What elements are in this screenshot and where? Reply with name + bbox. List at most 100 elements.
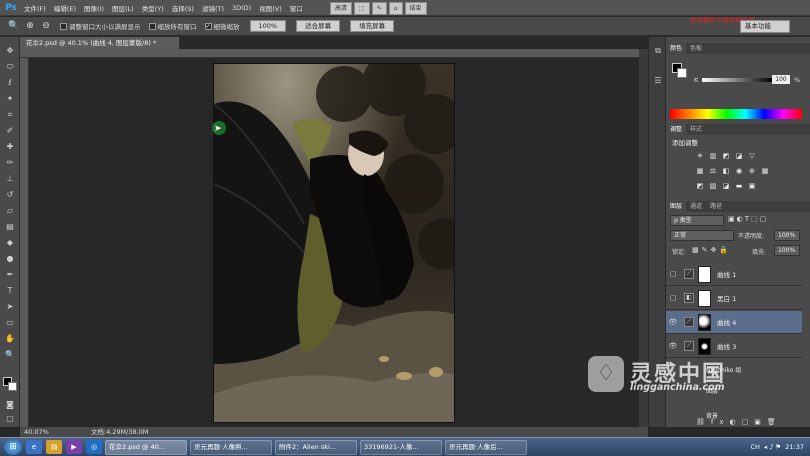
posterize-icon[interactable]: ▨ <box>709 182 717 190</box>
shape-tool-icon[interactable]: ▭ <box>4 317 16 329</box>
zoom-all-windows-checkbox[interactable]: 缩放所有窗口 <box>148 21 197 31</box>
hand-tool-icon[interactable]: ✋ <box>4 333 16 345</box>
layer-filter-select[interactable]: ρ 类型 <box>670 215 724 226</box>
layer-row[interactable]: 👁 ⟋ 曲线 3 <box>666 335 802 358</box>
hd-button[interactable]: 高清 <box>330 1 353 15</box>
end-button[interactable]: 结束 <box>404 1 427 15</box>
levels-icon[interactable]: ▥ <box>709 152 717 160</box>
task-window-5[interactable]: 灵元再题·人像后... <box>445 439 527 455</box>
marquee-tool-icon[interactable]: ⬭ <box>4 61 16 73</box>
menu-edit[interactable]: 编辑(E) <box>50 3 80 13</box>
tab-styles[interactable]: 样式 <box>686 124 706 135</box>
eye-icon[interactable]: 👁 <box>666 342 680 350</box>
home-icon[interactable]: ⌂ <box>388 1 403 15</box>
hue-icon[interactable]: ▦ <box>696 167 704 175</box>
menu-type[interactable]: 类型(Y) <box>138 3 168 13</box>
menu-window[interactable]: 窗口 <box>286 3 307 13</box>
menu-select[interactable]: 选择(S) <box>168 3 198 13</box>
layer-row[interactable]: ▢ ⟋ 曲线 1 <box>666 263 802 286</box>
tab-swatches[interactable]: 色板 <box>686 43 706 54</box>
lasso-tool-icon[interactable]: ℓ <box>4 77 16 89</box>
color-panel-background[interactable] <box>677 68 687 78</box>
tab-paths[interactable]: 路径 <box>706 201 726 212</box>
tab-color[interactable]: 颜色 <box>666 43 687 54</box>
quick-select-tool-icon[interactable]: ✦ <box>4 93 16 105</box>
quick-mask-icon[interactable]: ◙ <box>4 399 16 411</box>
threshold-icon[interactable]: ◪ <box>722 182 730 190</box>
workspace-select[interactable]: 基本功能 <box>740 20 790 33</box>
history-icon[interactable]: ⧉ <box>652 45 664 57</box>
blur-tool-icon[interactable]: ◆ <box>4 237 16 249</box>
fit-screen-button[interactable]: 适合屏幕 <box>296 20 341 32</box>
visibility-toggle[interactable]: ▢ <box>666 294 680 302</box>
frame-icon[interactable]: ⬚ <box>354 1 370 15</box>
tray-icons[interactable]: ◂ ♪ ⚑ <box>764 443 781 451</box>
k-slider[interactable] <box>702 78 772 82</box>
tab-layers[interactable]: 图层 <box>666 201 687 212</box>
properties-icon[interactable]: ☰ <box>652 75 664 87</box>
eyedropper-tool-icon[interactable]: ✐ <box>4 125 16 137</box>
screen-mode-icon[interactable]: ▢ <box>4 413 16 425</box>
zoom-level[interactable]: 40.07% <box>24 428 49 436</box>
background-color-swatch[interactable] <box>8 382 17 391</box>
document-image[interactable] <box>214 64 454 422</box>
curves-icon[interactable]: ◩ <box>722 152 730 160</box>
history-brush-tool-icon[interactable]: ↺ <box>4 189 16 201</box>
zoom-tool-icon[interactable]: 🔍 <box>4 349 16 361</box>
eye-icon[interactable]: 👁 <box>666 318 680 326</box>
layer-mask-thumbnail[interactable] <box>698 313 711 331</box>
lookup-icon[interactable]: ▦ <box>761 167 769 175</box>
browser-icon[interactable]: ◎ <box>86 440 102 454</box>
gradient-tool-icon[interactable]: ▤ <box>4 221 16 233</box>
exposure-icon[interactable]: ◪ <box>735 152 743 160</box>
zoom-out-icon[interactable]: ⊖ <box>40 20 52 32</box>
layer-mask-thumbnail[interactable] <box>698 289 711 307</box>
pen-tool-icon[interactable]: ✒ <box>4 269 16 281</box>
actual-pixels-button[interactable]: 100% <box>249 20 287 32</box>
vibrance-icon[interactable]: ▽ <box>748 152 756 160</box>
start-button-icon[interactable]: ⊞ <box>4 439 22 455</box>
layer-mask-thumbnail[interactable] <box>698 265 711 283</box>
brightness-icon[interactable]: ☀ <box>696 152 704 160</box>
tab-channels[interactable]: 通道 <box>686 201 706 212</box>
menu-file[interactable]: 文件(F) <box>20 3 50 13</box>
layer-row[interactable]: ▢ ◧ 黑白 1 <box>666 287 802 310</box>
task-photoshop[interactable]: 花伞2.psd @ 40... <box>105 439 187 455</box>
scrubby-zoom-checkbox[interactable]: ✓ 细微缩放 <box>204 21 240 31</box>
clock[interactable]: 21:37 <box>785 443 804 451</box>
menu-image[interactable]: 图像(I) <box>80 3 108 13</box>
task-window-3[interactable]: 附件2：Alien ski... <box>275 439 357 455</box>
photo-filter-icon[interactable]: ◉ <box>735 167 743 175</box>
resize-windows-checkbox[interactable]: 调整窗口大小以满屏显示 <box>60 21 141 31</box>
healing-tool-icon[interactable]: ✚ <box>4 141 16 153</box>
menu-view[interactable]: 视图(V) <box>255 3 286 13</box>
menu-3d[interactable]: 3D(D) <box>228 4 255 12</box>
tab-adjustments[interactable]: 调整 <box>666 124 687 135</box>
lock-icons[interactable]: ▩✎✥🔒 <box>692 246 731 254</box>
color-value-field[interactable]: 100 <box>772 75 790 84</box>
eraser-tool-icon[interactable]: ▱ <box>4 205 16 217</box>
layer-filter-icons[interactable]: ▣◐T⬚▢ <box>728 215 768 223</box>
invert-icon[interactable]: ◩ <box>696 182 704 190</box>
selective-color-icon[interactable]: ▣ <box>748 182 756 190</box>
visibility-toggle[interactable]: ▢ <box>666 270 680 278</box>
layer-actions[interactable]: ⛓fx◐▢▣🗑 <box>696 418 806 427</box>
pen-icon[interactable]: ✎ <box>371 1 387 15</box>
explorer-icon[interactable]: ▤ <box>46 440 62 454</box>
ie-icon[interactable]: e <box>26 440 42 454</box>
bw-icon[interactable]: ◧ <box>722 167 730 175</box>
blend-mode-select[interactable]: 正常 <box>670 230 734 241</box>
mixer-icon[interactable]: ⊛ <box>748 167 756 175</box>
input-language[interactable]: CH <box>750 443 759 451</box>
type-tool-icon[interactable]: T <box>4 285 16 297</box>
fill-screen-button[interactable]: 填充屏幕 <box>350 20 395 32</box>
document-tab[interactable]: 花伞2.psd @ 40.1% (曲线 4, 图层蒙版/8) * <box>20 37 180 49</box>
zoom-tool-icon[interactable]: 🔍 <box>8 20 20 32</box>
zoom-in-icon[interactable]: ⊕ <box>24 20 36 32</box>
menu-filter[interactable]: 滤镜(T) <box>198 3 228 13</box>
media-icon[interactable]: ▶ <box>66 440 82 454</box>
color-spectrum[interactable] <box>670 109 802 119</box>
opacity-field[interactable]: 100% <box>774 230 800 241</box>
stamp-tool-icon[interactable]: ⊥ <box>4 173 16 185</box>
balance-icon[interactable]: ⚖ <box>709 167 717 175</box>
